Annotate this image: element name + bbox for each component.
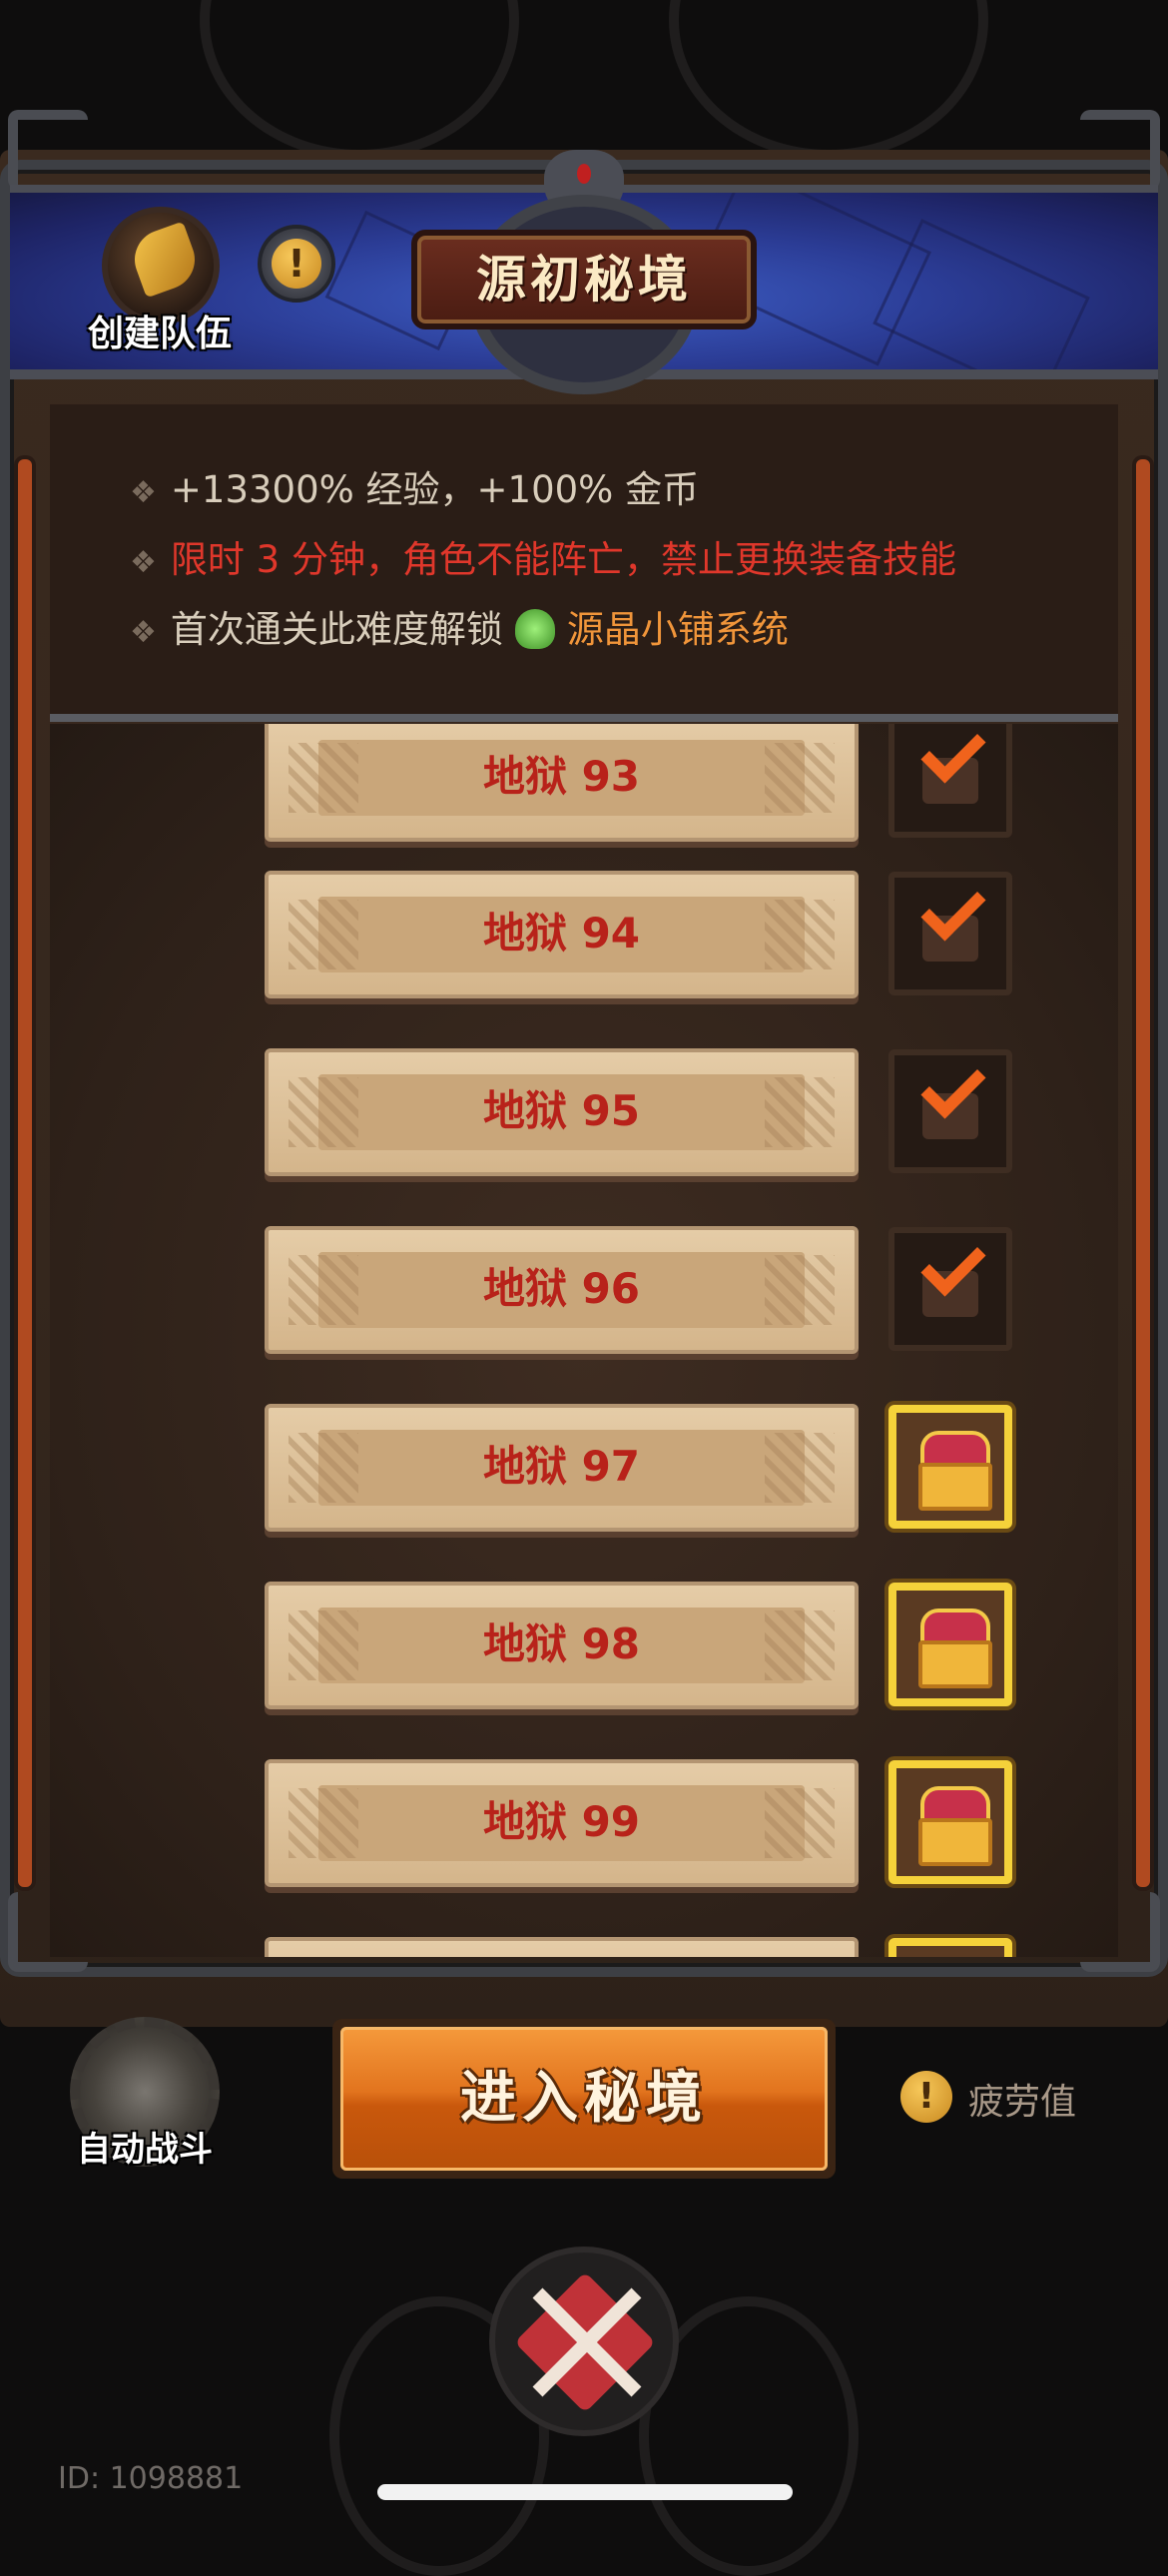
level-label: 地狱 95 [482,1086,641,1135]
level-label: 地狱 93 [482,752,641,801]
reward-chest-available[interactable] [888,1405,1012,1529]
unlock-system-name: 源晶小铺系统 [566,608,789,651]
info-button[interactable]: ! [258,225,335,303]
reward-chest-available[interactable] [888,1760,1012,1884]
create-team-button[interactable]: 创建队伍 [80,205,240,364]
frame-corner [1080,1892,1160,1972]
level-row-partial[interactable] [265,1937,859,1957]
level-label: 地狱 97 [482,1442,641,1491]
diamond-bullet-icon: ❖ [130,545,157,580]
level-row[interactable]: 地狱 98 [265,1582,859,1709]
player-id: ID: 1098881 [58,2461,244,2496]
create-team-label: 创建队伍 [87,314,232,354]
crossed-swords-emblem-icon[interactable] [489,2247,679,2436]
rule-unlock: ❖ 首次通关此难度解锁 源晶小铺系统 [130,608,789,651]
reward-chest-available[interactable] [888,1938,1012,1957]
level-label: 地狱 98 [482,1619,641,1668]
reward-chest-claimed[interactable] [888,872,1012,995]
exclamation-icon: ! [900,2071,952,2123]
home-indicator[interactable] [377,2484,793,2500]
page-title: 源初秘境 [476,251,692,309]
fatigue-label: 疲劳值 [968,2082,1077,2123]
level-label: 地狱 94 [482,909,641,958]
frame-corner [8,1892,88,1972]
level-list[interactable]: 地狱 93 地狱 94 地狱 95 地狱 96 地狱 97 地狱 98 地狱 9… [50,724,1118,1957]
level-row[interactable]: 地狱 96 [265,1226,859,1354]
level-row[interactable]: 地狱 97 [265,1404,859,1532]
auto-battle-button[interactable]: 自动战斗 [60,2017,230,2187]
level-label: 地狱 96 [482,1264,641,1313]
enter-dungeon-button[interactable]: 进入秘境 [332,2019,836,2179]
background-ornament [669,0,988,160]
level-row[interactable]: 地狱 99 [265,1759,859,1887]
background-ornament [200,0,519,160]
level-row[interactable]: 地狱 93 [265,724,859,842]
reward-chest-claimed[interactable] [888,1227,1012,1351]
diamond-bullet-icon: ❖ [130,475,157,510]
enter-dungeon-label: 进入秘境 [460,2066,708,2131]
level-label: 地狱 99 [482,1797,641,1846]
diamond-bullet-icon: ❖ [130,615,157,650]
frame-corner [1080,110,1160,190]
rules-box: ❖ +13300% 经验，+100% 金币 ❖ 限时 3 分钟，角色不能阵亡，禁止更… [50,404,1118,722]
level-row[interactable]: 地狱 94 [265,871,859,998]
side-rail-right [1136,459,1150,1887]
side-rail-left [18,459,32,1887]
auto-battle-label: 自动战斗 [77,2130,213,2170]
level-row[interactable]: 地狱 95 [265,1048,859,1176]
reward-chest-claimed[interactable] [888,724,1012,838]
rule-exp-bonus: ❖ +13300% 经验，+100% 金币 [130,468,700,511]
reward-chest-available[interactable] [888,1583,1012,1706]
level-label [269,1941,855,1957]
rule-time-limit: ❖ 限时 3 分钟，角色不能阵亡，禁止更换装备技能 [130,538,956,581]
exclamation-icon: ! [272,239,321,289]
reward-chest-claimed[interactable] [888,1049,1012,1173]
title-plate: 源初秘境 [411,230,757,329]
frame-corner [8,110,88,190]
crystal-icon [514,608,555,649]
